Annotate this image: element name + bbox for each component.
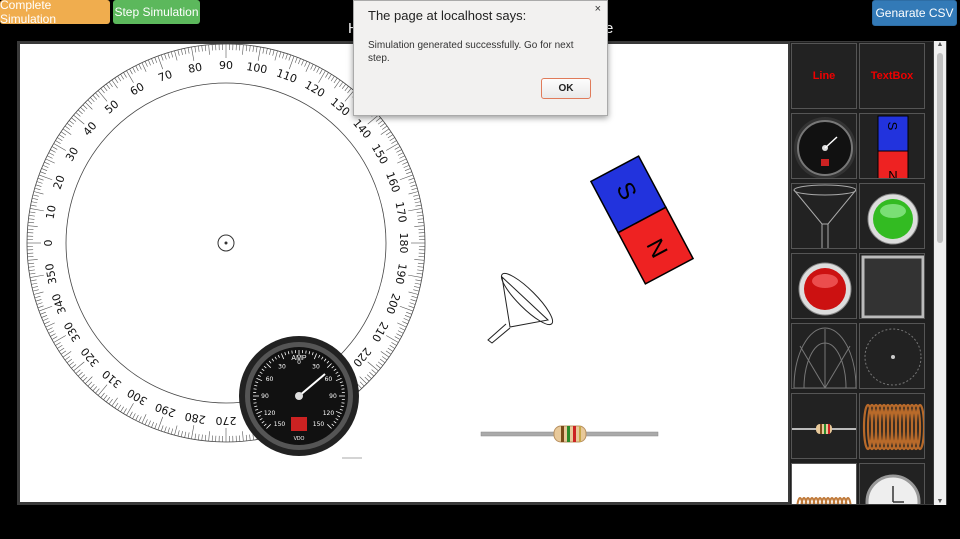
protractor-label: 190 (393, 262, 409, 285)
palette-green-button[interactable] (859, 183, 925, 249)
protractor-label: 160 (383, 170, 402, 194)
resistor[interactable] (480, 425, 659, 443)
protractor-label: 80 (187, 61, 203, 76)
palette-coil-2-icon (796, 497, 852, 504)
palette-magnet-south-label: S (885, 122, 900, 131)
palette-clock[interactable] (859, 463, 925, 504)
protractor-label: 320 (78, 345, 101, 369)
protractor-label: 200 (383, 292, 402, 316)
scroll-down-arrow[interactable]: ▼ (934, 498, 946, 505)
ammeter-scale-label: 0 (297, 359, 301, 366)
complete-simulation-button[interactable]: Complete Simulation (0, 0, 110, 26)
generate-csv-button[interactable]: Genarate CSV (872, 0, 957, 26)
palette-line-tool[interactable]: Line (791, 43, 857, 109)
palette-resistor-icon (792, 424, 856, 434)
protractor-label: 310 (100, 367, 124, 390)
protractor-label: 220 (350, 345, 373, 369)
palette-scrollbar[interactable]: ▲ ▼ (934, 41, 946, 505)
palette-funnel-icon (793, 184, 856, 248)
palette-circle-dial-icon (864, 328, 922, 386)
palette-red-button[interactable] (791, 253, 857, 319)
palette-protractor-icon (793, 327, 856, 388)
protractor-label: 90 (219, 59, 233, 72)
ammeter-pivot (295, 392, 303, 400)
palette-resistor[interactable] (791, 393, 857, 459)
palette-bar-magnet[interactable]: S N (859, 113, 925, 179)
palette-circle-dial[interactable] (859, 323, 925, 389)
protractor-label: 150 (369, 142, 391, 167)
ammeter-red-label (291, 417, 307, 431)
dialog-message: Simulation generated successfully. Go fo… (368, 40, 574, 64)
palette-square-frame-icon (861, 255, 924, 318)
palette-magnet-north-label: N (888, 168, 897, 179)
protractor-label: 110 (275, 67, 299, 86)
dialog-close-icon[interactable]: × (595, 3, 601, 15)
palette-square-frame[interactable] (859, 253, 925, 319)
palette-clock-icon (865, 474, 921, 504)
ammeter-scale-label: 90 (261, 393, 269, 400)
protractor-label: 40 (81, 119, 100, 138)
ammeter-scale-label: 150 (313, 421, 325, 428)
palette-red-button-icon (798, 262, 852, 316)
palette-textbox-tool[interactable]: TextBox (859, 43, 925, 109)
protractor-center-dot (224, 241, 228, 245)
protractor-label: 60 (128, 80, 147, 98)
step-simulation-button[interactable]: Step Simulation (113, 0, 200, 24)
protractor-label: 290 (153, 400, 177, 419)
protractor-label: 210 (369, 319, 391, 344)
protractor-label: 30 (63, 145, 81, 164)
protractor-label: 280 (184, 410, 207, 426)
palette-textbox-label: TextBox (870, 70, 914, 82)
palette-ammeter[interactable] (791, 113, 857, 179)
protractor-label: 130 (328, 95, 352, 118)
ammeter[interactable]: AMP 0306090120150306090120150 VDO (239, 336, 359, 456)
protractor-label: 140 (350, 117, 373, 141)
protractor-label: 100 (245, 60, 268, 76)
protractor-label: 10 (44, 204, 59, 220)
ammeter-scale-label: 30 (312, 364, 320, 371)
protractor-label: 330 (61, 319, 83, 344)
protractor-label: 340 (50, 292, 69, 316)
protractor-label: 0 (42, 240, 55, 247)
palette-ammeter-icon (794, 117, 856, 178)
protractor-label: 50 (102, 98, 121, 117)
palette-funnel[interactable] (791, 183, 857, 249)
protractor-label: 70 (156, 68, 174, 85)
ammeter-scale-label: 60 (325, 376, 333, 383)
scroll-thumb[interactable] (937, 53, 943, 243)
protractor-label: 350 (43, 262, 59, 285)
palette-coil-icon (862, 403, 924, 451)
ammeter-scale-label: 60 (266, 376, 274, 383)
ammeter-brand: VDO (294, 436, 305, 442)
dialog-ok-button[interactable]: OK (541, 78, 591, 99)
ammeter-scale-label: 30 (278, 364, 286, 371)
palette-green-button-icon (867, 193, 919, 245)
palette-coil[interactable] (859, 393, 925, 459)
dialog-title: The page at localhost says: (368, 8, 527, 23)
protractor-label: 170 (393, 201, 409, 224)
protractor-label: 300 (125, 386, 150, 408)
funnel[interactable] (487, 268, 558, 344)
protractor-label: 20 (51, 173, 68, 191)
palette-line-label: Line (812, 70, 836, 82)
ammeter-scale-label: 150 (274, 421, 286, 428)
palette-protractor[interactable] (791, 323, 857, 389)
protractor-label: 180 (397, 233, 410, 254)
alert-dialog: The page at localhost says: × Simulation… (353, 0, 608, 116)
component-palette: Line TextBox S N (790, 42, 933, 504)
protractor-label: 120 (302, 78, 327, 100)
palette-coil-2[interactable] (791, 463, 857, 504)
bar-magnet[interactable]: S N (589, 155, 695, 285)
ammeter-scale-label: 120 (264, 410, 276, 417)
scroll-up-arrow[interactable]: ▲ (934, 41, 946, 48)
ammeter-scale-label: 90 (329, 393, 337, 400)
ammeter-scale-label: 120 (323, 410, 335, 417)
protractor-label: 270 (216, 414, 237, 427)
palette-magnet-icon: S N (877, 115, 909, 179)
